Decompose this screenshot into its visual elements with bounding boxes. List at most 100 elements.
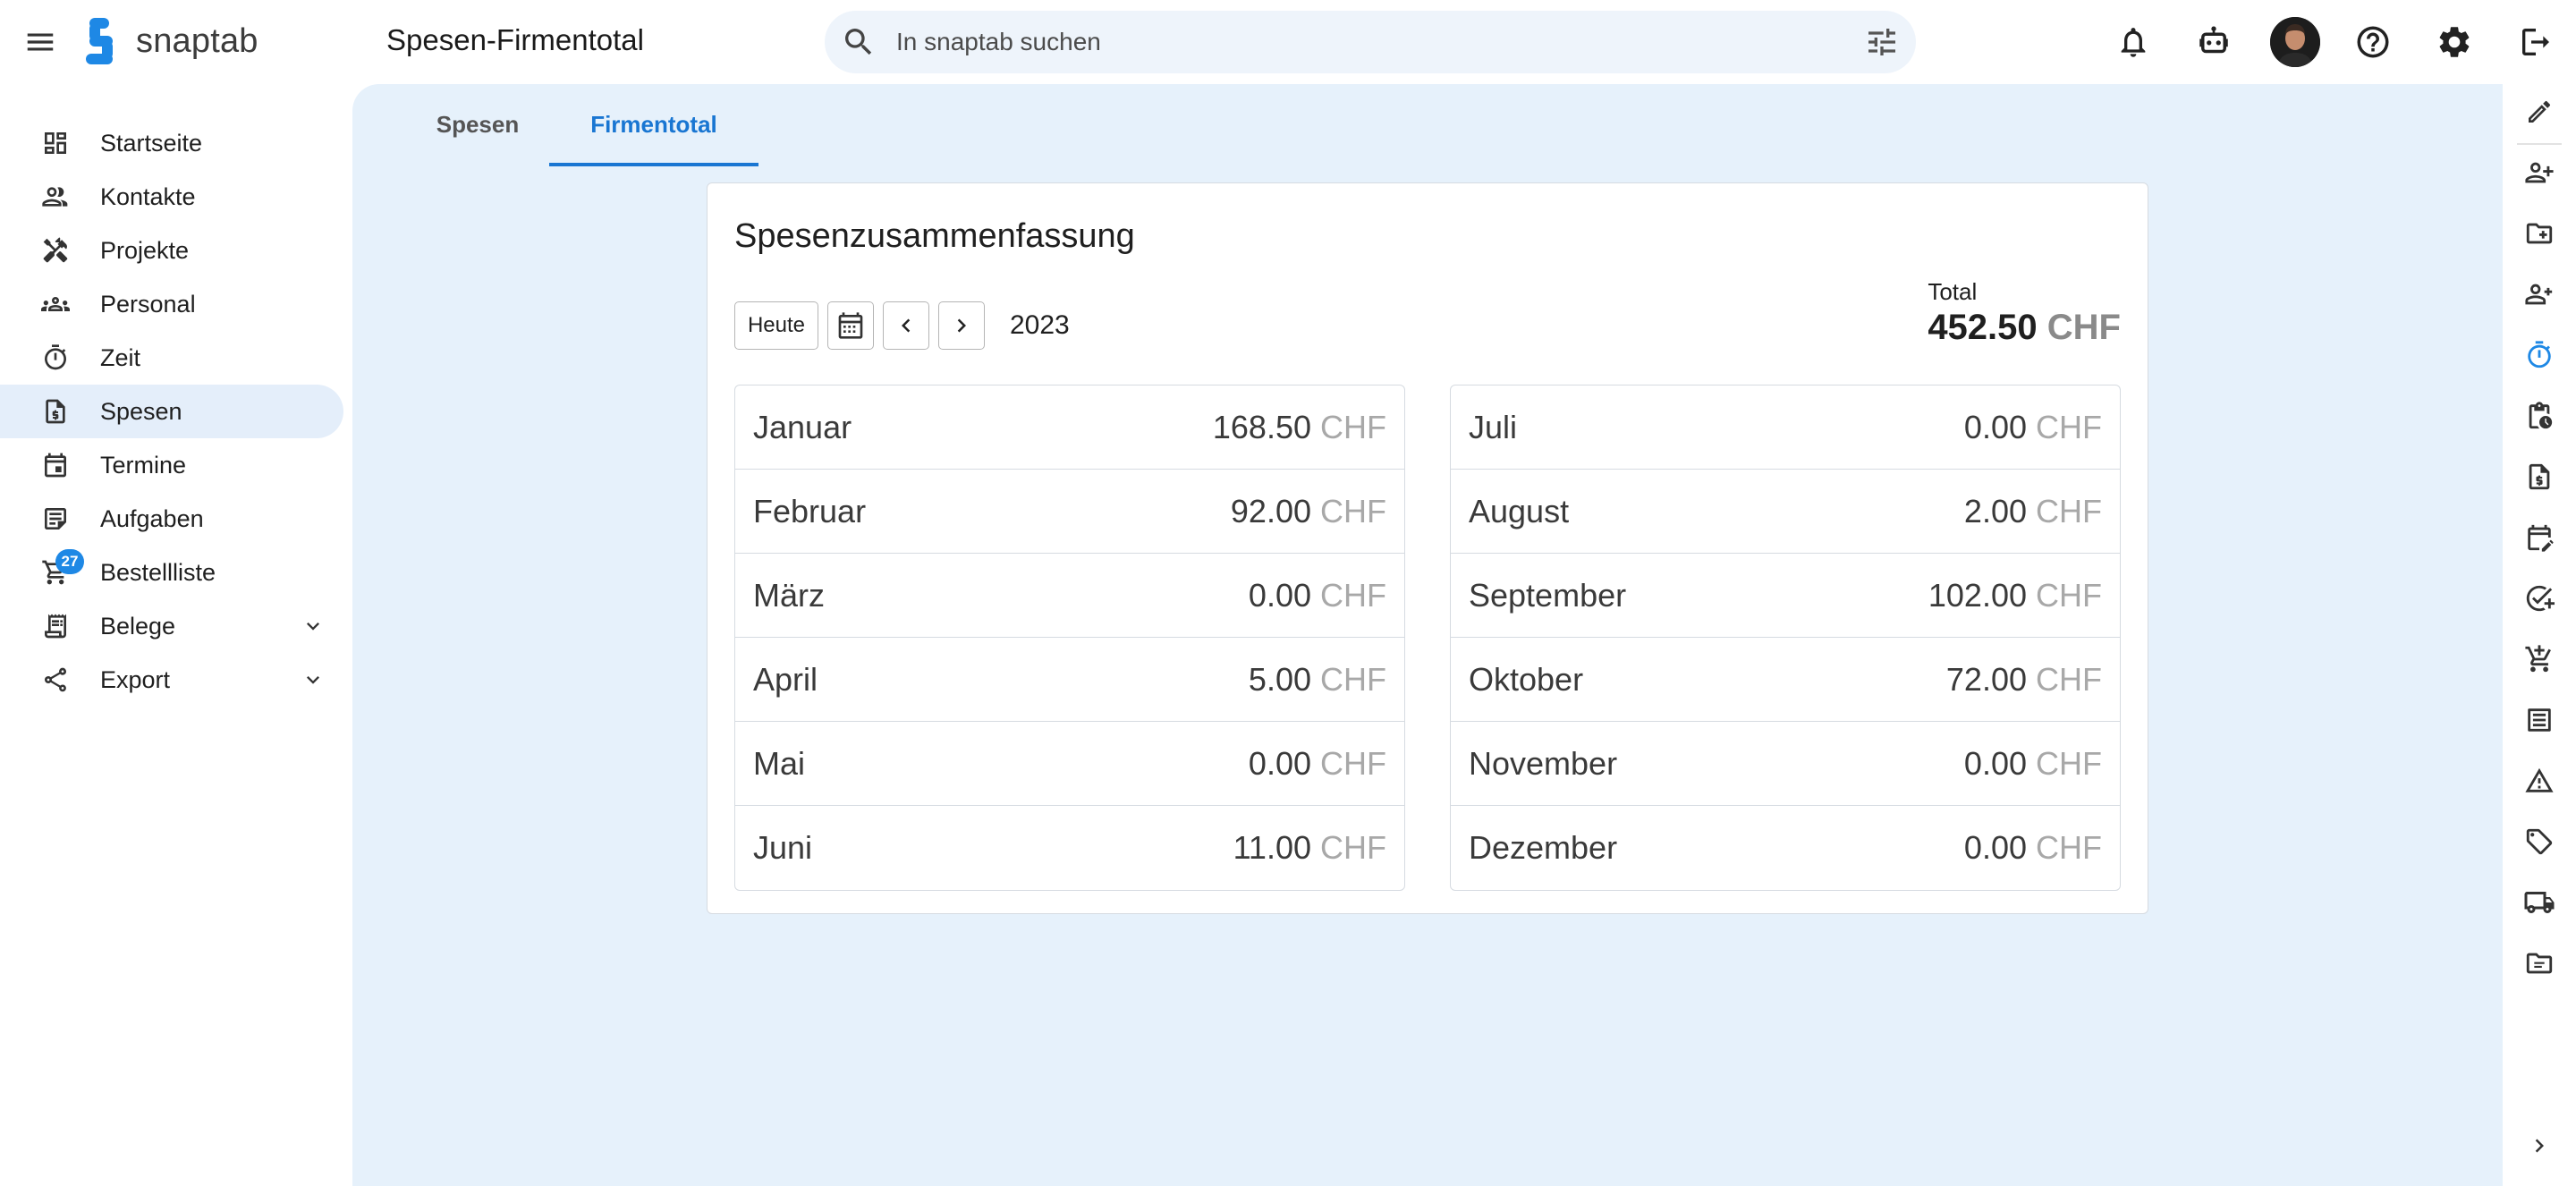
tab-spesen[interactable]: Spesen xyxy=(406,84,549,165)
month-name: Juli xyxy=(1469,408,1518,445)
sidebar-item-label: Termine xyxy=(100,451,187,479)
search-input[interactable] xyxy=(896,11,1791,73)
sidebar-item-export[interactable]: Export xyxy=(0,653,343,707)
cart-add-icon[interactable] xyxy=(2522,642,2556,676)
table-row: Juni 11.00 CHF xyxy=(735,806,1404,890)
month-currency: CHF xyxy=(1320,408,1386,445)
month-name: Januar xyxy=(753,408,852,445)
table-row: Januar 168.50 CHF xyxy=(735,385,1404,470)
sidebar-item-aufgaben[interactable]: Aufgaben xyxy=(0,492,343,546)
app-logo[interactable]: snaptab xyxy=(84,16,258,66)
chevron-left-icon xyxy=(902,318,911,333)
add-staff-icon[interactable] xyxy=(2522,277,2556,311)
month-currency: CHF xyxy=(1320,829,1386,866)
month-name: August xyxy=(1469,492,1570,529)
months-table-first-half: Januar 168.50 CHF Februar 92.00 CHF März 0.00… xyxy=(734,385,1405,891)
settings-icon[interactable] xyxy=(2434,21,2475,63)
month-amount: 72.00 xyxy=(1945,660,2027,698)
expense-summary-card: Spesenzusammenfassung Heute 2023 Total 4… xyxy=(707,182,2148,914)
contacts-icon xyxy=(39,181,72,213)
truck-icon[interactable] xyxy=(2522,885,2556,919)
calendar-edit-icon[interactable] xyxy=(2522,521,2556,555)
total-block: Total 452.50 CHF xyxy=(1928,278,2121,348)
previous-year-button[interactable] xyxy=(883,301,929,350)
sidebar-item-label: Zeit xyxy=(100,343,141,371)
tag-icon[interactable] xyxy=(2522,825,2556,859)
month-currency: CHF xyxy=(2036,829,2102,866)
clipboard-clock-icon[interactable] xyxy=(2522,399,2556,433)
month-name: September xyxy=(1469,576,1627,614)
sidebar-item-zeit[interactable]: Zeit xyxy=(0,331,343,385)
chevron-down-icon[interactable] xyxy=(301,614,326,639)
avatar[interactable] xyxy=(2270,17,2320,67)
next-year-button[interactable] xyxy=(938,301,985,350)
month-currency: CHF xyxy=(2036,408,2102,445)
tools-icon xyxy=(39,234,72,267)
sidebar-item-label: Aufgaben xyxy=(100,504,204,532)
calendar-icon xyxy=(39,449,72,481)
sidebar-item-personal[interactable]: Personal xyxy=(0,277,343,331)
chevron-right-icon[interactable] xyxy=(2522,1129,2556,1163)
card-title: Spesenzusammenfassung xyxy=(734,217,1135,255)
month-amount: 92.00 xyxy=(1230,492,1311,529)
menu-icon[interactable] xyxy=(21,23,59,61)
month-amount: 102.00 xyxy=(1928,576,2027,614)
task-add-icon[interactable] xyxy=(2522,581,2556,615)
tasks-icon xyxy=(39,503,72,535)
logout-icon[interactable] xyxy=(2515,21,2556,63)
table-row: April 5.00 CHF xyxy=(735,638,1404,722)
month-name: Mai xyxy=(753,744,806,782)
sidebar-item-kontakte[interactable]: Kontakte xyxy=(0,170,343,224)
receipt-icon[interactable] xyxy=(2522,460,2556,494)
year-label: 2023 xyxy=(1010,310,1070,340)
notifications-icon[interactable] xyxy=(2113,21,2154,63)
today-button[interactable]: Heute xyxy=(734,301,818,350)
sidebar-item-label: Belege xyxy=(100,612,176,640)
filter-settings-icon[interactable] xyxy=(1864,24,1900,60)
page-title: Spesen-Firmentotal xyxy=(386,23,644,56)
sidebar-item-label: Kontakte xyxy=(100,182,196,210)
month-amount: 2.00 xyxy=(1963,492,2027,529)
robot-icon[interactable] xyxy=(2193,21,2234,63)
search-icon xyxy=(845,29,872,55)
folder-list-icon[interactable] xyxy=(2522,946,2556,980)
sidebar-item-startseite[interactable]: Startseite xyxy=(0,116,343,170)
sidebar-item-termine[interactable]: Termine xyxy=(0,438,343,492)
month-currency: CHF xyxy=(2036,492,2102,529)
table-row: August 2.00 CHF xyxy=(1451,470,2120,554)
sidebar-nav: Startseite Kontakte Projekte Personal Ze… xyxy=(0,116,352,707)
groups-icon xyxy=(39,288,72,320)
help-icon[interactable] xyxy=(2352,21,2394,63)
add-folder-icon[interactable] xyxy=(2522,216,2556,250)
edit-icon[interactable] xyxy=(2522,95,2556,129)
month-amount: 5.00 xyxy=(1248,660,1311,698)
table-row: November 0.00 CHF xyxy=(1451,722,2120,806)
sidebar-item-spesen[interactable]: Spesen xyxy=(0,385,343,438)
warning-icon[interactable] xyxy=(2522,764,2556,798)
top-bar: snaptab Spesen-Firmentotal xyxy=(0,0,2576,84)
month-name: März xyxy=(753,576,825,614)
tab-bar: Spesen Firmentotal xyxy=(352,84,2503,166)
add-contact-icon[interactable] xyxy=(2522,156,2556,190)
table-row: März 0.00 CHF xyxy=(735,554,1404,638)
receipt-icon xyxy=(39,395,72,428)
list-icon[interactable] xyxy=(2522,703,2556,737)
month-amount: 0.00 xyxy=(1963,744,2027,782)
tab-firmentotal[interactable]: Firmentotal xyxy=(549,84,758,166)
sidebar-item-belege[interactable]: Belege xyxy=(0,599,343,653)
month-currency: CHF xyxy=(1320,744,1386,782)
timer-icon[interactable] xyxy=(2522,338,2556,372)
quick-actions-rail xyxy=(2503,84,2576,1186)
month-amount: 0.00 xyxy=(1963,829,2027,866)
chevron-down-icon[interactable] xyxy=(301,667,326,692)
sidebar-item-bestellliste[interactable]: 27 Bestellliste xyxy=(0,546,343,599)
calendar-icon xyxy=(838,312,863,339)
total-amount: 452.50 xyxy=(1928,308,2038,347)
month-name: Februar xyxy=(753,492,867,529)
calendar-picker-button[interactable] xyxy=(827,301,874,350)
month-name: Oktober xyxy=(1469,660,1584,698)
sidebar-item-label: Startseite xyxy=(100,129,203,157)
month-amount: 0.00 xyxy=(1248,576,1311,614)
month-currency: CHF xyxy=(2036,660,2102,698)
sidebar-item-projekte[interactable]: Projekte xyxy=(0,224,343,277)
